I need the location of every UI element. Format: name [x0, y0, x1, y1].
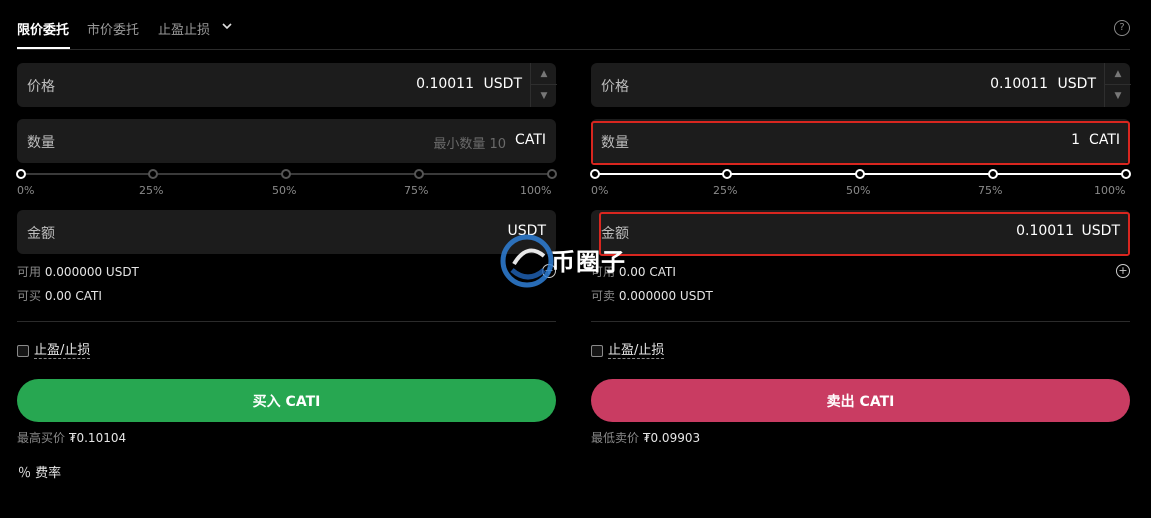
sell-max-value: 0.000000 USDT [618, 289, 713, 303]
sell-button[interactable]: 卖出 CATI [591, 379, 1130, 422]
slider-label-75: 75% [404, 184, 429, 197]
buy-price-value[interactable]: 0.10011 [416, 76, 474, 92]
sell-best-label: 最低卖价 [591, 431, 640, 445]
sell-tpsl-checkbox[interactable] [591, 345, 603, 357]
sell-tpsl-toggle[interactable]: 止盈/止损 [591, 342, 665, 360]
sell-best-value: ₮0.09903 [642, 431, 701, 445]
slider-stop-0[interactable] [16, 169, 26, 179]
slider-label-100: 100% [1094, 184, 1126, 197]
buy-available-label: 可用 [17, 265, 42, 279]
buy-quantity-placeholder: 最小数量 10 [433, 137, 506, 152]
buy-price-label: 价格 [27, 79, 55, 95]
annotation-highlight-box [591, 121, 1130, 165]
slider-label-75: 75% [978, 184, 1003, 197]
buy-price-unit: USDT [483, 76, 522, 92]
chevron-up-icon[interactable]: ▲ [531, 63, 557, 85]
slider-label-50: 50% [846, 184, 871, 197]
buy-best-price: 最高买价 ₮0.10104 [17, 429, 126, 446]
sell-price-value[interactable]: 0.10011 [990, 76, 1048, 92]
buy-price-stepper[interactable]: ▲ ▼ [530, 63, 557, 107]
slider-stop-50[interactable] [281, 169, 291, 179]
chevron-down-icon[interactable]: ▼ [531, 85, 557, 107]
slider-label-50: 50% [272, 184, 297, 197]
buy-max-value: 0.00 CATI [44, 289, 102, 303]
chevron-up-icon[interactable]: ▲ [1105, 63, 1131, 85]
slider-label-25: 25% [713, 184, 738, 197]
slider-stop-0[interactable] [590, 169, 600, 179]
buy-quantity-unit: CATI [515, 132, 546, 148]
buy-price-field[interactable]: 价格 0.10011 USDT ▲ ▼ [17, 63, 557, 107]
buy-panel: 价格 0.10011 USDT ▲ ▼ 数量 最小数量 10 CATI 0% 2… [16, 0, 557, 518]
chevron-down-icon[interactable]: ▼ [1105, 85, 1131, 107]
buy-percent-slider[interactable]: 0% 25% 50% 75% 100% [16, 168, 557, 198]
slider-stop-25[interactable] [722, 169, 732, 179]
buy-max: 可买 0.00 CATI [17, 287, 102, 304]
sell-price-unit: USDT [1057, 76, 1096, 92]
buy-quantity-field[interactable]: 数量 最小数量 10 CATI [17, 119, 556, 163]
slider-label-100: 100% [520, 184, 552, 197]
slider-stop-25[interactable] [148, 169, 158, 179]
buy-available: 可用 0.000000 USDT [17, 263, 139, 280]
buy-tpsl-toggle[interactable]: 止盈/止损 [17, 342, 91, 360]
slider-stop-75[interactable] [988, 169, 998, 179]
watermark-text: 币圈子 [551, 248, 626, 276]
buy-quantity-label: 数量 [27, 135, 55, 151]
slider-stop-75[interactable] [414, 169, 424, 179]
slider-stop-100[interactable] [547, 169, 557, 179]
slider-stop-50[interactable] [855, 169, 865, 179]
watermark: 币圈子 [500, 234, 650, 288]
sell-max: 可卖 0.000000 USDT [591, 287, 713, 304]
slider-stop-100[interactable] [1121, 169, 1131, 179]
sell-max-label: 可卖 [591, 289, 616, 303]
sell-tpsl-label: 止盈/止损 [608, 343, 665, 359]
buy-best-value: ₮0.10104 [68, 431, 127, 445]
sell-price-field[interactable]: 价格 0.10011 USDT ▲ ▼ [591, 63, 1131, 107]
slider-label-25: 25% [139, 184, 164, 197]
divider [17, 321, 556, 322]
buy-amount-label: 金额 [27, 226, 55, 242]
buy-tpsl-label: 止盈/止损 [34, 343, 91, 359]
divider [591, 321, 1130, 322]
sell-price-stepper[interactable]: ▲ ▼ [1104, 63, 1131, 107]
buy-best-label: 最高买价 [17, 431, 66, 445]
annotation-highlight-box [599, 212, 1130, 256]
slider-label-0: 0% [591, 184, 609, 197]
buy-button[interactable]: 买入 CATI [17, 379, 556, 422]
sell-panel: 价格 0.10011 USDT ▲ ▼ 数量 1 CATI 0% 25% 50%… [590, 0, 1131, 518]
fee-rate-link[interactable]: ％ 费率 [18, 462, 61, 481]
buy-max-label: 可买 [17, 289, 42, 303]
slider-label-0: 0% [17, 184, 35, 197]
sell-percent-slider[interactable]: 0% 25% 50% 75% 100% [590, 168, 1131, 198]
deposit-plus-icon[interactable]: + [1116, 264, 1130, 278]
watermark-logo-icon [500, 234, 554, 288]
buy-available-value: 0.000000 USDT [44, 265, 139, 279]
buy-amount-field[interactable]: 金额 USDT [17, 210, 556, 254]
sell-best-price: 最低卖价 ₮0.09903 [591, 429, 700, 446]
buy-tpsl-checkbox[interactable] [17, 345, 29, 357]
sell-price-label: 价格 [601, 79, 629, 95]
